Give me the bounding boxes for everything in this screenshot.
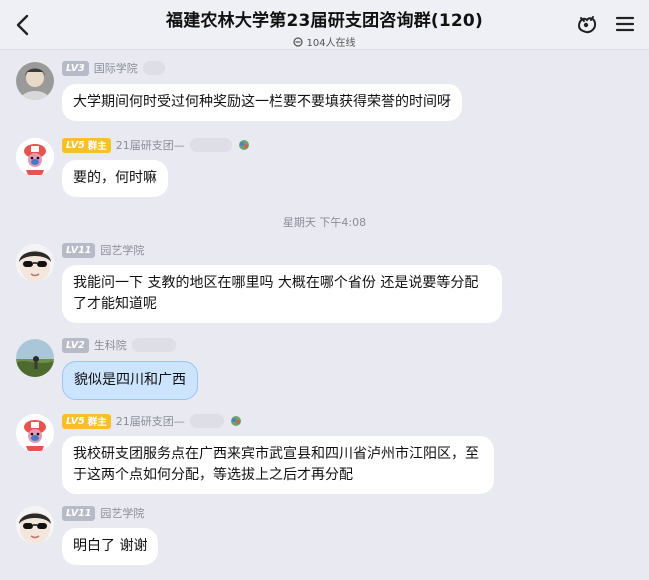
- avatar[interactable]: [16, 414, 54, 452]
- online-count: 104人在线: [306, 38, 356, 49]
- sender-name[interactable]: 生科院: [94, 337, 127, 353]
- avatar-landscape-icon: [16, 339, 54, 377]
- level-badge: LV11: [62, 242, 96, 258]
- group-app-icon[interactable]: [575, 12, 599, 36]
- avatar[interactable]: [16, 138, 54, 176]
- sender-name[interactable]: 21届研支团—: [116, 413, 185, 429]
- avatar[interactable]: [16, 62, 54, 100]
- title-area: 福建农林大学第23届研支团咨询群(120) 104人在线: [0, 6, 649, 51]
- blurred-name: [189, 414, 224, 428]
- title-decoration-icon: [230, 416, 241, 426]
- blurred-name: [189, 138, 232, 152]
- online-clock-icon: [293, 36, 304, 47]
- avatar-photo-icon: [16, 62, 54, 100]
- online-status: 104人在线: [293, 34, 356, 49]
- message-bubble[interactable]: 貌似是四川和广西: [62, 361, 198, 400]
- avatar[interactable]: [16, 339, 54, 377]
- time-divider: 星期天 下午4:08: [282, 216, 367, 229]
- message-bubble[interactable]: 我能问一下 支教的地区在哪里吗 大概在哪个省份 还是说要等分配了才能知道呢: [62, 265, 502, 323]
- message-bubble[interactable]: 我校研支团服务点在广西来宾市武宣县和四川省泸州市江阳区，至于这两个点如何分配，等…: [62, 436, 494, 494]
- message-bubble[interactable]: 明白了 谢谢: [62, 528, 159, 565]
- avatar-sunglasses-icon: [16, 506, 54, 544]
- avatar[interactable]: [16, 244, 54, 282]
- blurred-name: [131, 338, 176, 352]
- avatar-cartoon-icon: [16, 138, 54, 176]
- blurred-name: [142, 61, 165, 75]
- avatar-cartoon-icon: [16, 414, 54, 452]
- avatar[interactable]: [16, 506, 54, 544]
- avatar-sunglasses-icon: [16, 244, 54, 282]
- group-title[interactable]: 福建农林大学第23届研支团咨询群(120): [0, 6, 649, 31]
- sender-name[interactable]: 21届研支团—: [116, 137, 185, 153]
- sender-name[interactable]: 园艺学院: [100, 505, 144, 521]
- level-badge: LV11: [62, 505, 96, 521]
- level-badge: LV2: [62, 337, 89, 353]
- sender-name[interactable]: 国际学院: [94, 60, 138, 76]
- title-decoration-icon: [238, 140, 249, 150]
- message-bubble[interactable]: 要的，何时嘛: [62, 160, 168, 197]
- level-badge: LV5 群主: [62, 137, 111, 153]
- chat-header: 福建农林大学第23届研支团咨询群(120) 104人在线: [0, 0, 649, 50]
- level-badge: LV5 群主: [62, 413, 111, 429]
- sender-name[interactable]: 园艺学院: [100, 242, 144, 258]
- message-bubble[interactable]: 大学期间何时受过何种奖励这一栏要不要填获得荣誉的时间呀: [62, 84, 462, 121]
- menu-icon[interactable]: [613, 12, 637, 36]
- level-badge: LV3: [62, 60, 89, 76]
